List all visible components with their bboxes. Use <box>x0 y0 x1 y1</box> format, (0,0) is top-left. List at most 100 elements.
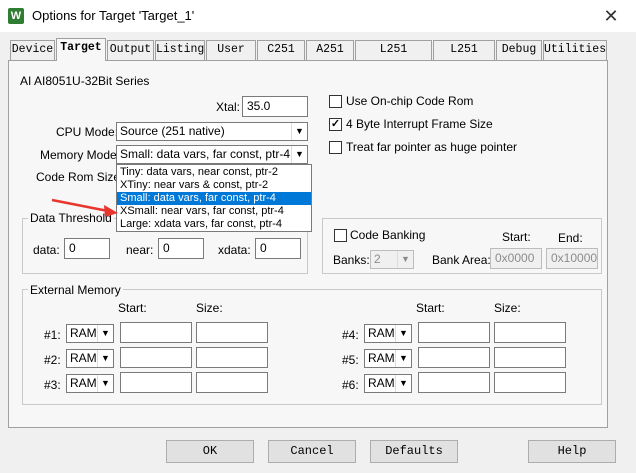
ext-row-label: #4: <box>342 328 359 342</box>
near-label: near: <box>126 243 154 257</box>
ext-size-header: Size: <box>494 301 521 315</box>
bank-start-label: Start: <box>502 230 531 244</box>
ext-start-header: Start: <box>416 301 445 315</box>
memory-model-option[interactable]: XTiny: near vars & const, ptr-2 <box>117 179 311 192</box>
ext-start-input[interactable] <box>120 347 192 368</box>
tab-debug[interactable]: Debug <box>496 40 542 60</box>
treat-far-pointer-label: Treat far pointer as huge pointer <box>346 140 517 154</box>
xtal-label: Xtal: <box>216 100 241 114</box>
banks-label: Banks: <box>333 253 370 267</box>
ext-row-label: #5: <box>342 353 359 367</box>
bank-area-label: Bank Area: <box>432 253 491 267</box>
chevron-down-icon[interactable]: ▼ <box>291 146 307 163</box>
ext-size-input[interactable] <box>494 372 566 393</box>
ext-start-input[interactable] <box>120 322 192 343</box>
defaults-button[interactable]: Defaults <box>370 440 458 463</box>
tab-device[interactable]: Device <box>10 40 55 60</box>
code-banking-checkbox[interactable] <box>334 229 347 242</box>
tab-listing[interactable]: Listing <box>155 40 205 60</box>
treat-far-pointer-checkbox[interactable] <box>329 141 342 154</box>
ext-row-label: #6: <box>342 378 359 392</box>
code-rom-size-label: Code Rom Size: <box>36 170 124 184</box>
ext-type-value: RAM <box>70 351 97 365</box>
bank-end-input[interactable]: 0x10000 <box>546 248 598 269</box>
help-button[interactable]: Help <box>528 440 616 463</box>
ext-row-label: #1: <box>44 328 61 342</box>
tab-l251-misc[interactable]: L251 Misc <box>433 40 495 74</box>
memory-model-option-selected[interactable]: Small: data vars, far const, ptr-4 <box>117 192 311 205</box>
ext-start-input[interactable] <box>418 372 490 393</box>
ext-size-input[interactable] <box>196 347 268 368</box>
tab-target[interactable]: Target <box>56 38 106 61</box>
ext-type-value: RAM <box>70 326 97 340</box>
memory-model-option[interactable]: Large: xdata vars, far const, ptr-4 <box>117 218 311 231</box>
ok-button[interactable]: OK <box>166 440 254 463</box>
memory-model-select[interactable]: Small: data vars, far const, ptr-4 ▼ <box>116 145 308 164</box>
memory-model-value: Small: data vars, far const, ptr-4 <box>120 147 291 161</box>
chevron-down-icon[interactable]: ▼ <box>397 251 413 268</box>
ext-size-input[interactable] <box>196 372 268 393</box>
cpu-mode-label: CPU Mode: <box>56 125 119 139</box>
chevron-down-icon[interactable]: ▼ <box>291 123 307 140</box>
chevron-down-icon[interactable]: ▼ <box>395 350 411 367</box>
app-icon: W <box>8 8 24 24</box>
memory-model-option[interactable]: Tiny: data vars, near const, ptr-2 <box>117 166 311 179</box>
near-threshold-input[interactable]: 0 <box>158 238 204 259</box>
ext-size-input[interactable] <box>494 322 566 343</box>
ext-type-value: RAM <box>368 376 395 390</box>
data-label: data: <box>33 243 60 257</box>
bank-end-label: End: <box>558 231 583 245</box>
tab-a251[interactable]: A251 <box>306 40 354 60</box>
four-byte-interrupt-label: 4 Byte Interrupt Frame Size <box>346 117 493 131</box>
ext-row-label: #2: <box>44 353 61 367</box>
red-arrow-icon <box>51 198 118 217</box>
chevron-down-icon[interactable]: ▼ <box>395 375 411 392</box>
ext-start-input[interactable] <box>418 322 490 343</box>
chevron-down-icon[interactable]: ▼ <box>395 325 411 342</box>
memory-model-dropdown[interactable]: Tiny: data vars, near const, ptr-2 XTiny… <box>116 164 312 232</box>
ext-start-header: Start: <box>118 301 147 315</box>
ext-type-select[interactable]: RAM ▼ <box>66 349 114 368</box>
ext-type-value: RAM <box>70 376 97 390</box>
tab-utilities[interactable]: Utilities <box>543 40 607 60</box>
ext-type-value: RAM <box>368 326 395 340</box>
ext-row-label: #3: <box>44 378 61 392</box>
tab-l251-locate[interactable]: L251 Locate <box>355 40 432 74</box>
tab-user[interactable]: User <box>206 40 256 60</box>
device-name: AI AI8051U-32Bit Series <box>20 74 150 88</box>
tab-c251[interactable]: C251 <box>257 40 305 60</box>
data-threshold-input[interactable]: 0 <box>64 238 110 259</box>
ext-type-select[interactable]: RAM ▼ <box>66 374 114 393</box>
external-memory-title: External Memory <box>28 283 123 297</box>
ext-type-value: RAM <box>368 351 395 365</box>
close-icon[interactable]: ✕ <box>596 2 626 30</box>
ext-type-select[interactable]: RAM ▼ <box>364 324 412 343</box>
chevron-down-icon[interactable]: ▼ <box>97 325 113 342</box>
chevron-down-icon[interactable]: ▼ <box>97 350 113 367</box>
code-banking-label: Code Banking <box>350 228 426 242</box>
ext-size-input[interactable] <box>196 322 268 343</box>
cpu-mode-value: Source (251 native) <box>120 124 225 138</box>
ext-start-input[interactable] <box>418 347 490 368</box>
cpu-mode-select[interactable]: Source (251 native) ▼ <box>116 122 308 141</box>
xdata-threshold-input[interactable]: 0 <box>255 238 301 259</box>
use-onchip-rom-label: Use On-chip Code Rom <box>346 94 474 108</box>
ext-type-select[interactable]: RAM ▼ <box>66 324 114 343</box>
ext-size-input[interactable] <box>494 347 566 368</box>
cancel-button[interactable]: Cancel <box>268 440 356 463</box>
four-byte-interrupt-checkbox[interactable]: ✓ <box>329 118 342 131</box>
ext-size-header: Size: <box>196 301 223 315</box>
bank-start-input[interactable]: 0x0000 <box>490 248 542 269</box>
xdata-label: xdata: <box>218 243 251 257</box>
tab-output[interactable]: Output <box>107 40 154 60</box>
ext-type-select[interactable]: RAM ▼ <box>364 349 412 368</box>
use-onchip-rom-checkbox[interactable] <box>329 95 342 108</box>
chevron-down-icon[interactable]: ▼ <box>97 375 113 392</box>
banks-select[interactable]: 2 ▼ <box>370 250 414 269</box>
ext-type-select[interactable]: RAM ▼ <box>364 374 412 393</box>
memory-model-label: Memory Model: <box>40 148 123 162</box>
memory-model-option[interactable]: XSmall: near vars, far const, ptr-4 <box>117 205 311 218</box>
banks-value: 2 <box>374 252 381 266</box>
xtal-input[interactable]: 35.0 <box>242 96 308 117</box>
ext-start-input[interactable] <box>120 372 192 393</box>
